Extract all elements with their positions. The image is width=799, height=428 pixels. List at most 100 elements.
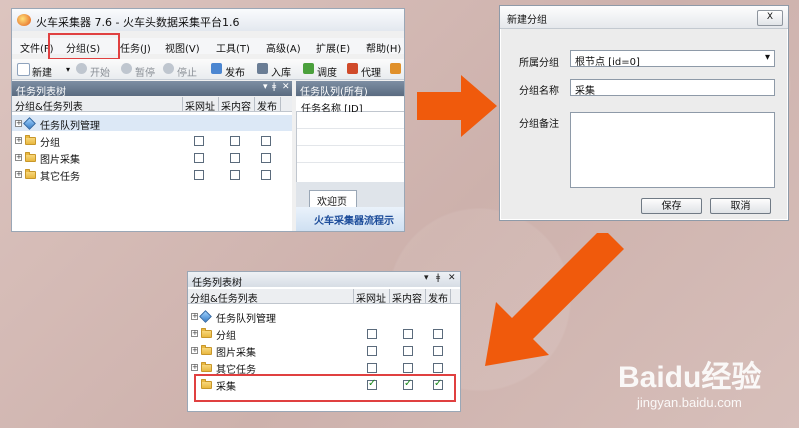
expand-icon[interactable]: + (191, 364, 198, 371)
tree-row-label: 其它任务 (40, 172, 80, 183)
arrow-right-icon (417, 75, 497, 137)
close-icon[interactable]: ✕ (448, 273, 456, 283)
result-tree-panel: 任务列表树 ▾ ǂ ✕ 分组&任务列表 采网址 采内容 发布 + 任务队列管理 … (187, 271, 461, 412)
dock-icon[interactable]: ǂ (436, 273, 440, 283)
tree-row[interactable]: + 图片采集 (12, 149, 292, 166)
expand-icon[interactable]: + (15, 154, 22, 161)
cancel-button[interactable]: 取消 (710, 198, 771, 214)
menu-extend[interactable]: 扩展(E) (316, 40, 350, 55)
menu-view[interactable]: 视图(V) (165, 40, 200, 55)
folder-icon (201, 328, 212, 338)
folder-icon (25, 169, 36, 179)
queue-icon (23, 117, 36, 130)
toolbar-publish[interactable]: 发布 (225, 64, 245, 79)
import-icon (257, 63, 268, 74)
tree-row[interactable]: + 任务队列管理 (12, 115, 292, 132)
group-note-textarea[interactable] (570, 112, 775, 188)
collect-content-checkbox[interactable] (230, 136, 240, 146)
new-dropdown-icon[interactable]: ▾ (66, 65, 70, 74)
collect-url-checkbox[interactable] (194, 136, 204, 146)
col-collect-url[interactable]: 采网址 (356, 290, 386, 305)
pin-icon[interactable]: ▾ (263, 82, 268, 92)
toolbar-start[interactable]: 开始 (90, 64, 110, 79)
welcome-banner: 火车采集器流程示 (296, 207, 404, 231)
main-window: 火车采集器 7.6 - 火车头数据采集平台1.6 文件(F) 分组(S) 任务(… (11, 8, 405, 232)
publish-checkbox[interactable] (261, 153, 271, 163)
schedule-icon (303, 63, 314, 74)
expand-icon[interactable]: + (15, 171, 22, 178)
welcome-tab-label: 欢迎页 (317, 197, 347, 208)
col-collect-content[interactable]: 采内容 (392, 290, 422, 305)
chevron-down-icon: ▾ (764, 52, 770, 63)
collect-url-checkbox[interactable] (367, 329, 377, 339)
collect-url-checkbox[interactable] (367, 346, 377, 356)
publish-checkbox[interactable] (261, 170, 271, 180)
main-window-titlebar: 火车采集器 7.6 - 火车头数据采集平台1.6 (12, 9, 404, 31)
collect-content-checkbox[interactable] (403, 346, 413, 356)
col-publish[interactable]: 发布 (428, 290, 448, 305)
expand-icon[interactable]: + (15, 137, 22, 144)
collect-url-checkbox[interactable] (194, 170, 204, 180)
welcome-tab[interactable]: 欢迎页 (309, 190, 357, 208)
parent-group-select[interactable]: 根节点 [id=0] ▾ (570, 50, 775, 68)
tree-row-label: 分组 (216, 331, 236, 342)
pin-icon[interactable]: ▾ (424, 273, 429, 283)
expand-icon[interactable]: + (15, 120, 22, 127)
collect-content-checkbox[interactable] (403, 329, 413, 339)
parent-group-label: 所属分组 (519, 58, 559, 69)
menu-tools[interactable]: 工具(T) (216, 40, 250, 55)
collect-url-checkbox[interactable] (367, 363, 377, 373)
watermark-brand: Baidu经验 (618, 361, 762, 394)
col-collect-url[interactable]: 采网址 (185, 98, 215, 113)
queue-list (296, 112, 404, 182)
result-panel-title: 任务列表树 (192, 278, 242, 289)
col-group-task[interactable]: 分组&任务列表 (190, 290, 258, 305)
publish-icon (211, 63, 222, 74)
expand-icon[interactable]: + (191, 347, 198, 354)
menu-help[interactable]: 帮助(H) (366, 40, 401, 55)
collect-content-checkbox[interactable] (403, 363, 413, 373)
toolbar-proxy[interactable]: 代理 (361, 64, 381, 79)
col-publish[interactable]: 发布 (257, 98, 277, 113)
toolbar-new[interactable]: 新建 (32, 64, 52, 79)
toolbar: 新建 ▾ 开始 暂停 停止 发布 入库 调度 代理 (12, 59, 404, 80)
tree-row[interactable]: + 图片采集 (188, 342, 460, 359)
more-icon[interactable] (390, 63, 401, 74)
tree-row[interactable]: + 分组 (188, 325, 460, 342)
stop-icon (163, 63, 174, 74)
dialog-close-button[interactable]: X (757, 10, 783, 26)
collect-url-checkbox[interactable] (194, 153, 204, 163)
collect-content-checkbox[interactable] (230, 170, 240, 180)
tree-row[interactable]: + 任务队列管理 (188, 308, 460, 325)
expand-icon[interactable]: + (191, 313, 198, 320)
toolbar-stop[interactable]: 停止 (177, 64, 197, 79)
expand-icon[interactable]: + (191, 330, 198, 337)
tree-row-label: 图片采集 (216, 348, 256, 359)
save-button[interactable]: 保存 (641, 198, 702, 214)
toolbar-schedule[interactable]: 调度 (317, 64, 337, 79)
tree-row[interactable]: + 其它任务 (188, 359, 460, 376)
publish-checkbox[interactable] (433, 329, 443, 339)
start-icon (76, 63, 87, 74)
publish-checkbox[interactable] (433, 363, 443, 373)
group-name-input[interactable]: 采集 (570, 79, 775, 97)
close-icon[interactable]: ✕ (282, 82, 290, 92)
col-collect-content[interactable]: 采内容 (221, 98, 251, 113)
result-panel-header: 任务列表树 ▾ ǂ ✕ (188, 272, 460, 289)
result-column-header: 分组&任务列表 采网址 采内容 发布 (188, 289, 460, 305)
group-name-label: 分组名称 (519, 86, 559, 97)
toolbar-pause[interactable]: 暂停 (135, 64, 155, 79)
col-group-task[interactable]: 分组&任务列表 (15, 98, 83, 113)
tree-row[interactable]: + 其它任务 (12, 166, 292, 183)
publish-checkbox[interactable] (261, 136, 271, 146)
dock-icon[interactable]: ǂ (272, 82, 276, 92)
tree-column-header: 分组&任务列表 采网址 采内容 发布 (12, 97, 292, 113)
toolbar-import[interactable]: 入库 (271, 64, 291, 79)
new-group-highlight (194, 374, 456, 402)
task-tree: + 任务队列管理 + 分组 + 图片采集 + 其它任务 (12, 112, 292, 231)
publish-checkbox[interactable] (433, 346, 443, 356)
tree-row[interactable]: + 分组 (12, 132, 292, 149)
menu-task[interactable]: 任务(J) (120, 40, 151, 55)
collect-content-checkbox[interactable] (230, 153, 240, 163)
menu-advanced[interactable]: 高级(A) (266, 40, 301, 55)
